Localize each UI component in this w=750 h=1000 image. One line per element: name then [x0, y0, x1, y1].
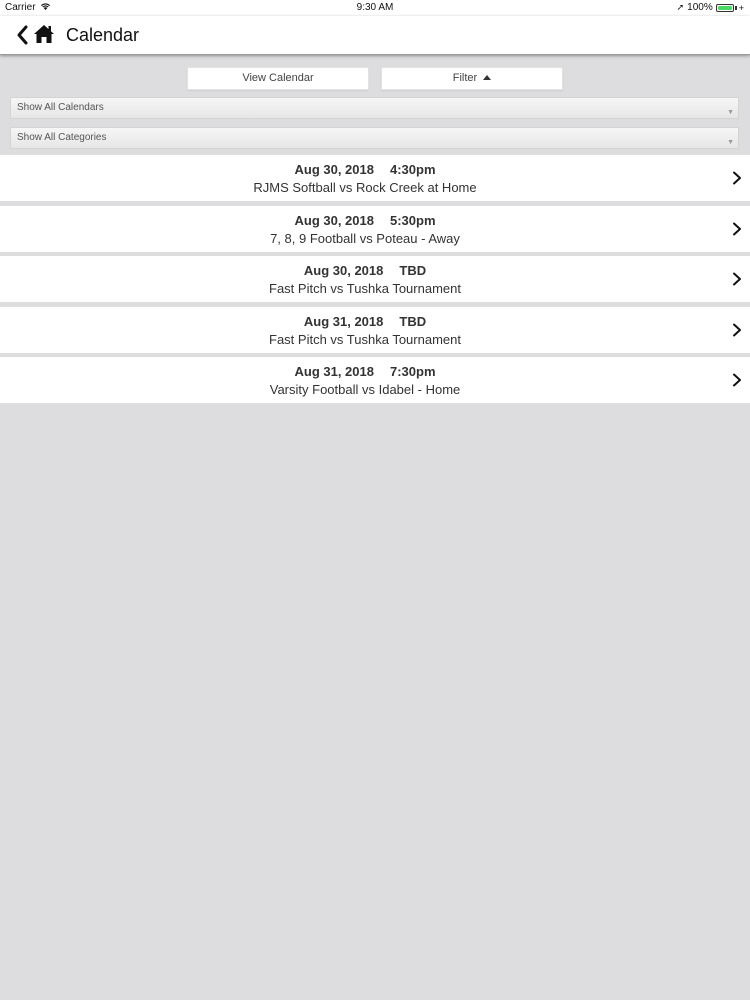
charging-icon: + — [738, 2, 744, 13]
status-time: 9:30 AM — [356, 2, 394, 13]
dropdown-arrow-icon: ▼ — [727, 109, 734, 116]
event-title: Fast Pitch vs Tushka Tournament — [269, 331, 461, 347]
event-row[interactable]: Aug 30, 2018 TBD Fast Pitch vs Tushka Tou… — [0, 256, 750, 302]
chevron-right-icon — [733, 222, 741, 235]
chevron-right-icon — [733, 373, 741, 387]
event-time: 7:30pm — [389, 364, 436, 379]
home-icon[interactable] — [33, 24, 55, 44]
category-filter-value: Show All Categories — [17, 132, 107, 143]
event-when: Aug 30, 2018 TBD — [0, 263, 730, 278]
event-title: Varsity Football vs Idabel - Home — [269, 382, 461, 397]
nav-bar: Calendar — [0, 16, 750, 55]
event-when: Aug 30, 2018 4:30pm — [0, 162, 730, 177]
chevron-right-icon — [733, 272, 741, 286]
event-when: Aug 31, 2018 TBD — [0, 314, 730, 329]
battery-icon — [715, 3, 734, 12]
event-date: Aug 31, 2018 — [294, 364, 374, 379]
event-time: 4:30pm — [389, 162, 436, 177]
event-row[interactable]: Aug 31, 2018 TBD Fast Pitch vs Tushka Tou… — [0, 306, 750, 353]
filter-button[interactable]: Filter — [381, 67, 563, 90]
view-calendar-button[interactable]: View Calendar — [187, 67, 369, 90]
event-time: TBD — [399, 263, 427, 278]
dropdown-arrow-icon: ▼ — [727, 139, 734, 146]
filter-label: Filter — [452, 72, 478, 84]
event-date: Aug 31, 2018 — [303, 313, 384, 329]
event-time: 5:30pm — [389, 212, 436, 228]
event-row[interactable]: Aug 31, 2018 7:30pm Varsity Football vs I… — [0, 357, 750, 403]
event-title: Fast Pitch vs Tushka Tournament — [269, 281, 461, 296]
event-date: Aug 30, 2018 — [294, 162, 374, 177]
battery-percent: 100% — [687, 2, 713, 13]
battery-cap — [734, 5, 737, 10]
caret-up-icon — [483, 75, 492, 80]
chevron-left-icon[interactable] — [14, 24, 30, 46]
event-row[interactable]: Aug 30, 2018 5:30pm 7, 8, 9 Football vs P… — [0, 205, 750, 252]
event-date: Aug 30, 2018 — [294, 212, 374, 228]
status-right: ➚ 100% + — [677, 2, 744, 13]
calendar-filter-select[interactable]: Show All Calendars ▼ — [10, 97, 739, 119]
calendar-filter-value: Show All Calendars — [17, 102, 104, 113]
chevron-right-icon — [733, 323, 741, 336]
category-filter-select[interactable]: Show All Categories ▼ — [10, 127, 739, 149]
chevron-right-icon — [733, 171, 741, 185]
event-row[interactable]: Aug 30, 2018 4:30pm RJMS Softball vs Rock… — [0, 155, 750, 201]
event-when: Aug 31, 2018 7:30pm — [0, 364, 730, 379]
event-when: Aug 30, 2018 5:30pm — [0, 213, 730, 228]
location-arrow-icon: ➚ — [676, 2, 685, 12]
event-title: RJMS Softball vs Rock Creek at Home — [253, 180, 477, 195]
event-date: Aug 30, 2018 — [303, 263, 384, 278]
view-calendar-label: View Calendar — [242, 72, 314, 84]
event-time: TBD — [399, 313, 427, 329]
page-title: Calendar — [66, 25, 140, 45]
event-list: Aug 30, 2018 4:30pm RJMS Softball vs Rock… — [0, 155, 750, 408]
status-bar: Carrier 9:30 AM ➚ 100% + — [0, 0, 750, 16]
event-title: 7, 8, 9 Football vs Poteau - Away — [270, 230, 460, 246]
